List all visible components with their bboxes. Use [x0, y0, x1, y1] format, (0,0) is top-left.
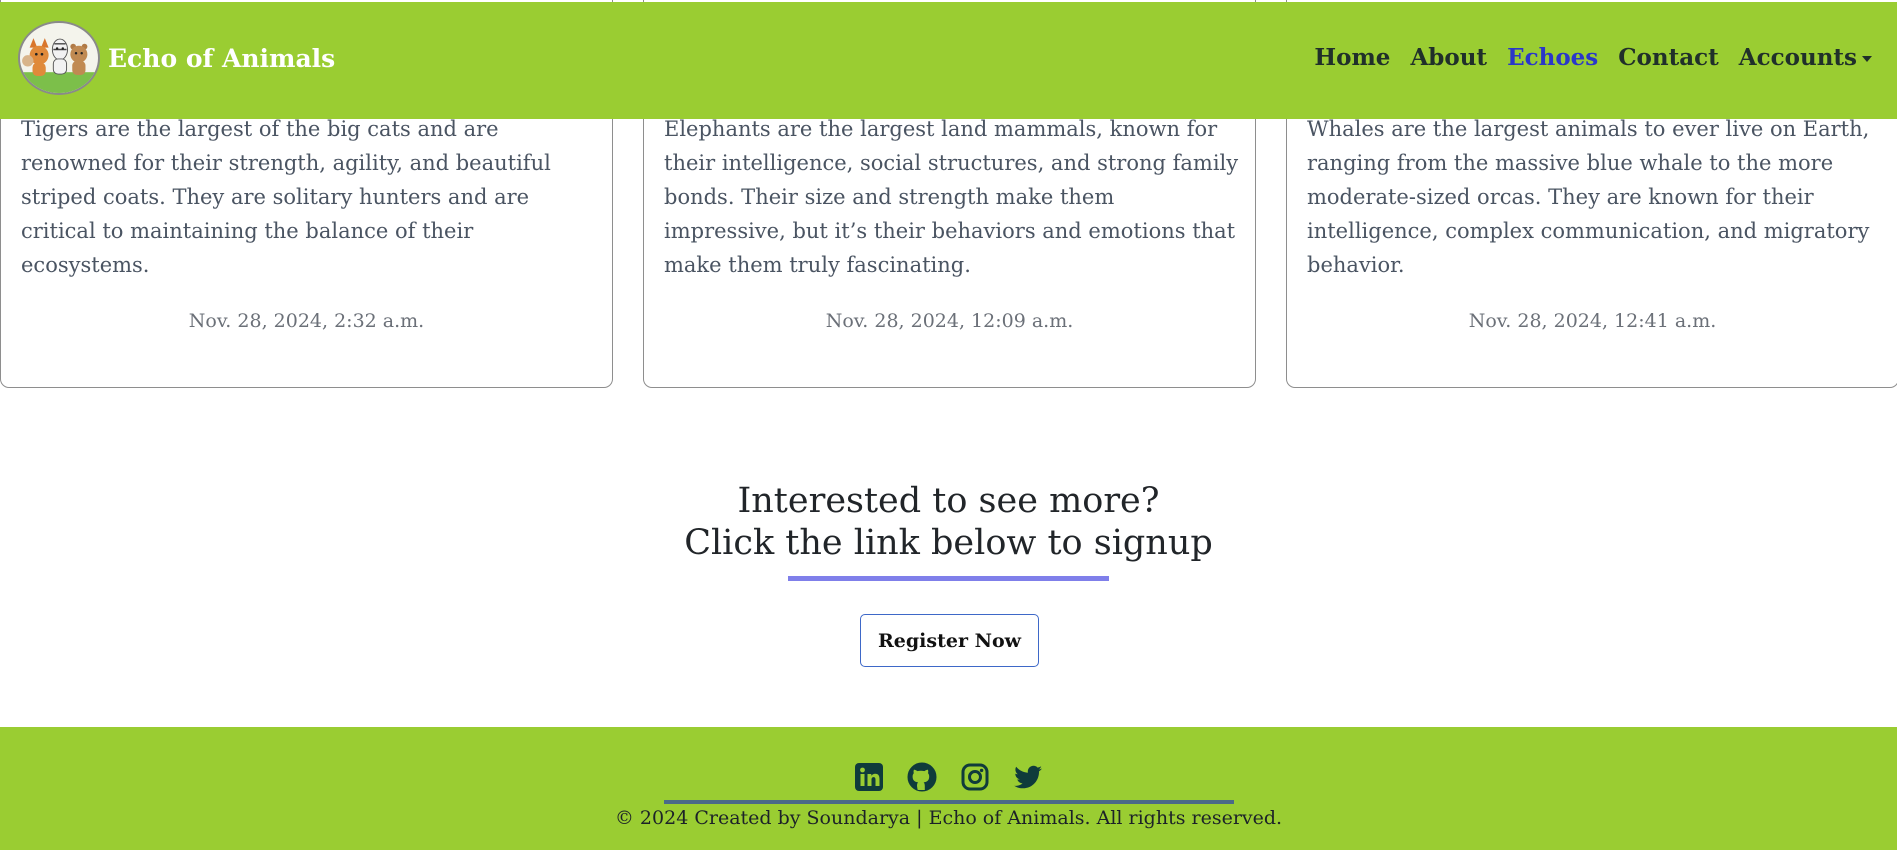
card-date: Nov. 28, 2024, 2:32 a.m. [188, 310, 425, 332]
card-text: Elephants are the largest land mammals, … [664, 117, 1239, 277]
twitter-icon[interactable] [1012, 761, 1044, 793]
footer-copyright: © 2024 Created by Soundarya | Echo of An… [614, 807, 1283, 829]
nav-contact[interactable]: Contact [1618, 44, 1719, 71]
signup-heading-line1: Interested to see more? [737, 481, 1160, 521]
signup-heading-line2: Click the link below to signup [684, 523, 1213, 563]
caret-down-icon [1862, 56, 1872, 62]
card-date: Nov. 28, 2024, 12:09 a.m. [825, 310, 1074, 332]
brand-name: Echo of Animals [108, 43, 336, 73]
signup-underline [788, 576, 1109, 581]
footer: © 2024 Created by Soundarya | Echo of An… [0, 727, 1897, 850]
footer-divider [664, 800, 1234, 804]
animals-logo-icon [18, 21, 100, 95]
nav-accounts-dropdown[interactable]: Accounts [1739, 44, 1872, 71]
signup-section: Interested to see more? Click the link b… [0, 480, 1897, 667]
social-links [853, 761, 1065, 793]
nav-accounts-label: Accounts [1738, 44, 1857, 71]
card-date: Nov. 28, 2024, 12:41 a.m. [1468, 310, 1717, 332]
brand-link[interactable]: Echo of Animals [18, 20, 335, 96]
register-now-button[interactable]: Register Now [860, 614, 1039, 667]
nav-home[interactable]: Home [1314, 44, 1390, 71]
card-text: Tigers are the largest of the big cats a… [21, 117, 551, 277]
main-nav: Home About Echoes Contact Accounts [1294, 44, 1872, 71]
nav-echoes[interactable]: Echoes [1507, 44, 1598, 71]
github-icon[interactable] [906, 761, 938, 793]
navbar: Echo of Animals Home About Echoes Contac… [0, 2, 1897, 119]
nav-about[interactable]: About [1410, 44, 1487, 71]
card-text: Whales are the largest animals to ever l… [1307, 117, 1870, 277]
linkedin-icon[interactable] [853, 761, 885, 793]
instagram-icon[interactable] [959, 761, 991, 793]
